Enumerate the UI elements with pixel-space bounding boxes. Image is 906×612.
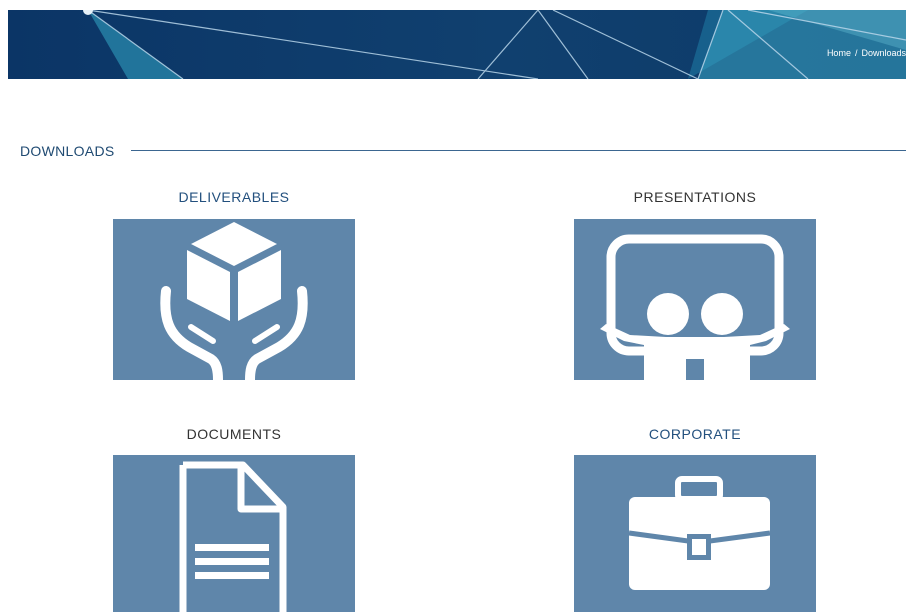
presentations-tile[interactable] (574, 219, 816, 380)
briefcase-icon (628, 476, 771, 590)
section-title: DOWNLOADS (20, 143, 115, 159)
corporate-title[interactable]: CORPORATE (574, 426, 816, 442)
breadcrumb-separator: / (854, 48, 858, 58)
presentation-board-icon (600, 234, 790, 380)
deliverables-tile[interactable] (113, 219, 355, 380)
documents-title[interactable]: DOCUMENTS (113, 426, 355, 442)
box-in-hands-icon (160, 222, 308, 380)
breadcrumb-home-link[interactable]: Home (827, 48, 851, 58)
network-pattern-graphic (8, 10, 906, 79)
hero-banner: Home / Downloads (8, 10, 906, 79)
deliverables-title[interactable]: DELIVERABLES (113, 189, 355, 205)
breadcrumb: Home / Downloads (827, 48, 906, 58)
corporate-tile[interactable] (574, 455, 816, 612)
document-icon (179, 461, 287, 612)
presentations-title[interactable]: PRESENTATIONS (574, 189, 816, 205)
documents-tile[interactable] (113, 455, 355, 612)
breadcrumb-current: Downloads (861, 48, 906, 58)
section-divider (131, 150, 906, 151)
